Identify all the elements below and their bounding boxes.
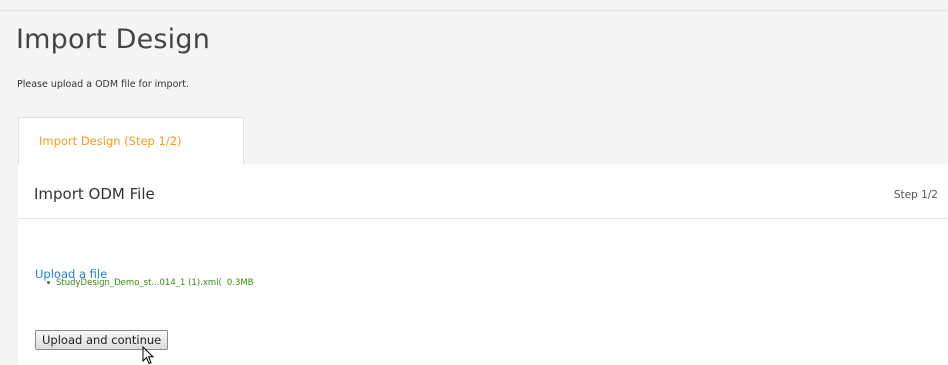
tab-import-design-step-1[interactable]: Import Design (Step 1/2) [18, 117, 244, 165]
bullet-icon [47, 281, 50, 284]
tab-label: Import Design (Step 1/2) [39, 134, 182, 148]
mouse-pointer-icon [142, 346, 154, 365]
import-panel: Import ODM File Step 1/2 Upload a file S… [18, 164, 948, 365]
panel-title: Import ODM File [34, 185, 155, 203]
step-indicator: Step 1/2 [893, 189, 938, 201]
file-name: StudyDesign_Demo_st...014_1 (1).xml( [56, 278, 222, 288]
page-subtitle: Please upload a ODM file for import. [17, 79, 190, 90]
panel-header: Import ODM File Step 1/2 [18, 164, 948, 219]
top-divider [0, 10, 948, 11]
import-design-page: Import Design Please upload a ODM file f… [0, 0, 948, 365]
uploaded-file-item: StudyDesign_Demo_st...014_1 (1).xml( 0.3M… [47, 278, 254, 288]
page-title: Import Design [16, 24, 211, 55]
file-size: 0.3MB [226, 278, 254, 288]
